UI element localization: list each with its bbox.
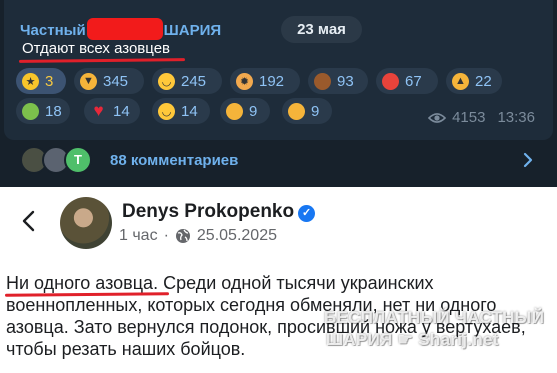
author-name[interactable]: Denys Prokopenko ✓ bbox=[122, 201, 316, 223]
view-count: 4153 bbox=[452, 109, 486, 126]
reaction-thinking[interactable]: 9 bbox=[220, 98, 270, 124]
poop-icon bbox=[314, 72, 331, 90]
reaction-grin[interactable]: ◡ 14 bbox=[152, 98, 210, 124]
post-text: Ни одного азовца. Среди одной тысячи укр… bbox=[6, 272, 546, 360]
comments-bar[interactable]: Т 88 комментариев bbox=[4, 140, 553, 180]
globe-icon bbox=[175, 229, 190, 243]
channel-name-prefix: Частный bbox=[20, 22, 86, 39]
reaction-star[interactable]: ★ 3 bbox=[16, 68, 66, 94]
date-badge: 23 мая bbox=[281, 16, 362, 43]
facebook-post-card: Denys Prokopenko ✓ 1 час · 25.05.2025 Ни … bbox=[0, 187, 557, 373]
post-meta: 4153 13:36 bbox=[428, 109, 535, 126]
reaction-woozy[interactable]: 9 bbox=[282, 98, 332, 124]
channel-name[interactable]: Частный ШАРИЯ bbox=[20, 18, 221, 40]
back-arrow-icon[interactable] bbox=[20, 209, 38, 233]
reaction-vomiting[interactable]: 18 bbox=[16, 98, 70, 124]
reaction-heart[interactable]: ♥ 14 bbox=[84, 98, 140, 124]
reaction-thumbs-down[interactable]: ▼ 345 bbox=[74, 68, 144, 94]
reaction-rofl[interactable]: ◡ 245 bbox=[152, 68, 222, 94]
reaction-exploding-head[interactable]: ✹ 192 bbox=[230, 68, 300, 94]
telegram-post-card: Частный ШАРИЯ 23 мая Отдают всех азовцев … bbox=[0, 0, 557, 187]
post-text: Отдают всех азовцев bbox=[22, 40, 171, 57]
avatar: Т bbox=[64, 146, 92, 174]
verified-badge-icon: ✓ bbox=[298, 205, 316, 222]
redaction-mark bbox=[86, 18, 163, 40]
post-date: 25.05.2025 bbox=[196, 227, 277, 244]
reaction-poop[interactable]: 93 bbox=[308, 68, 368, 94]
author-name-text: Denys Prokopenko bbox=[122, 201, 295, 222]
reaction-thumbs-up[interactable]: ▲ 22 bbox=[446, 68, 502, 94]
thumbs-up-icon: ▲ bbox=[452, 72, 469, 90]
highlighted-phrase: Ни одного азовца bbox=[6, 273, 154, 293]
post-time: 13:36 bbox=[497, 109, 535, 126]
reaction-angry[interactable]: 67 bbox=[376, 68, 438, 94]
exploding-head-icon: ✹ bbox=[236, 72, 253, 90]
woozy-face-icon bbox=[288, 102, 305, 120]
thumbs-down-icon: ▼ bbox=[80, 72, 97, 90]
grin-icon: ◡ bbox=[158, 102, 175, 120]
avatar[interactable] bbox=[60, 197, 112, 249]
angry-face-icon bbox=[382, 72, 399, 90]
star-icon: ★ bbox=[22, 72, 39, 90]
chevron-right-icon bbox=[523, 152, 533, 168]
time-ago[interactable]: 1 час bbox=[119, 227, 158, 245]
commenter-avatars: Т bbox=[20, 146, 102, 174]
post-meta: 1 час · 25.05.2025 bbox=[119, 227, 277, 245]
vomiting-face-icon bbox=[22, 102, 39, 120]
channel-name-suffix: ШАРИЯ bbox=[163, 22, 222, 39]
separator-dot: · bbox=[163, 227, 169, 244]
comments-count-label: 88 комментариев bbox=[110, 151, 239, 169]
thinking-face-icon bbox=[226, 102, 243, 120]
eye-icon bbox=[428, 112, 447, 123]
rofl-icon: ◡ bbox=[158, 72, 175, 90]
heart-icon: ♥ bbox=[93, 101, 104, 120]
